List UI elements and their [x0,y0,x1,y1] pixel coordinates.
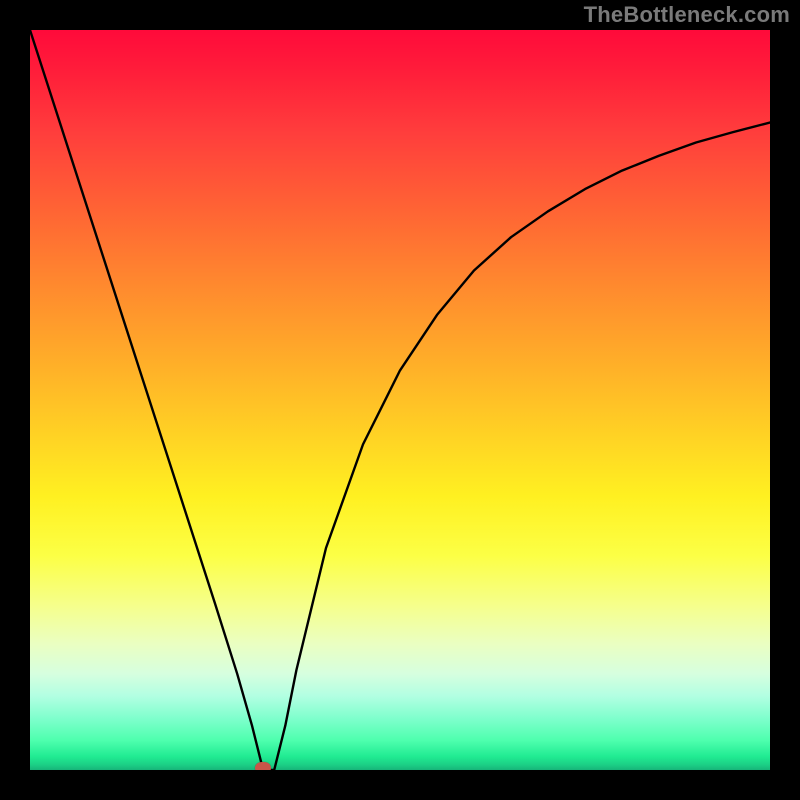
curve-path [30,30,770,770]
optimum-marker [255,762,271,770]
bottleneck-curve [30,30,770,770]
chart-frame: TheBottleneck.com [0,0,800,800]
plot-area [30,30,770,770]
watermark-text: TheBottleneck.com [584,2,790,28]
